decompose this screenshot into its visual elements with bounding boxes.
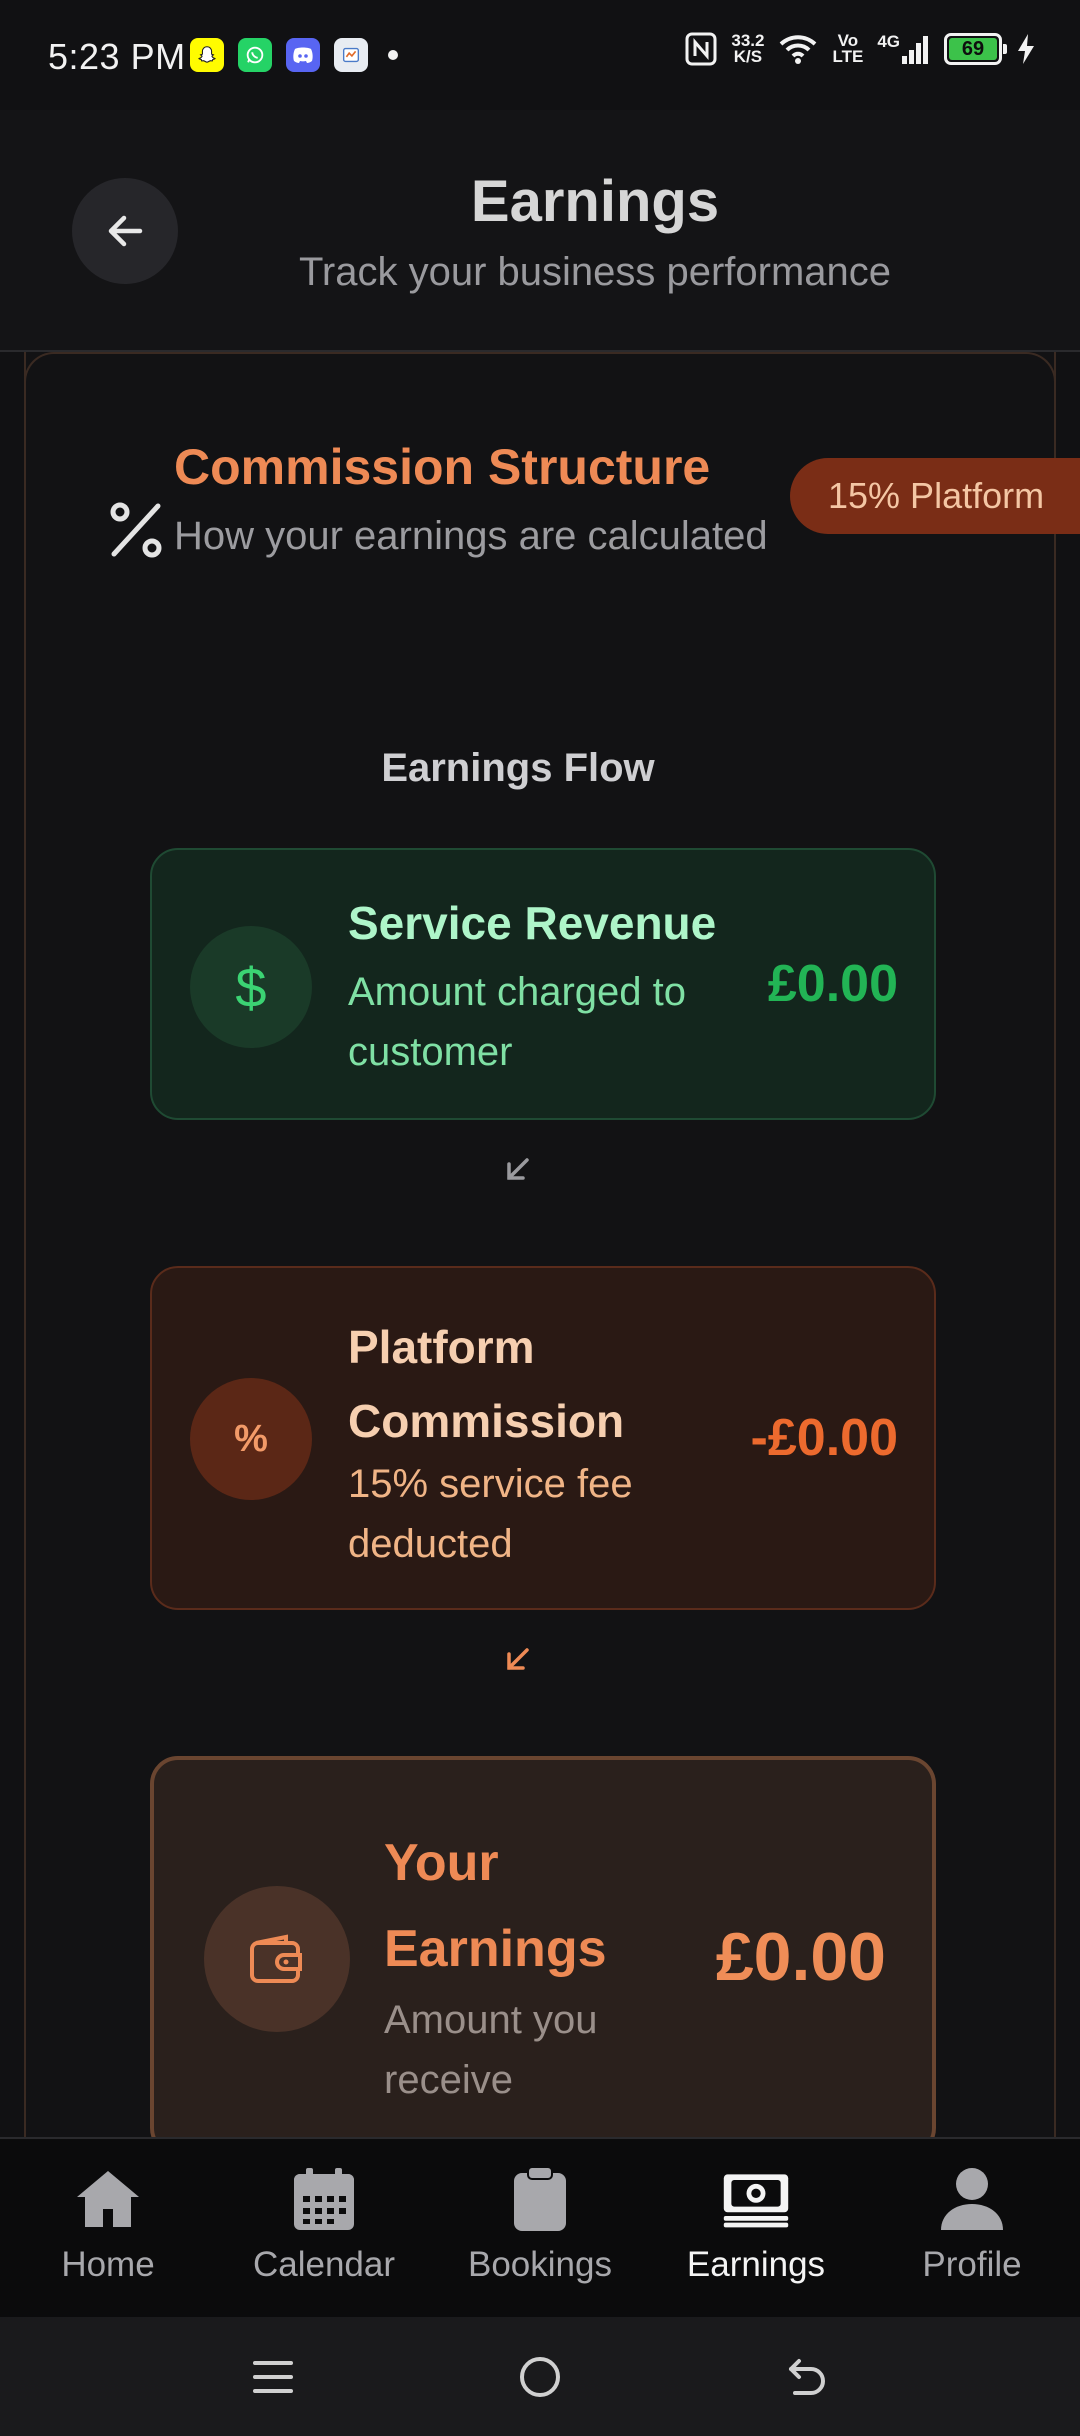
back-arrow-icon xyxy=(788,2358,825,2395)
your-earnings-title: Your Earnings xyxy=(384,1834,607,1978)
commission-structure-subtitle: How your earnings are calculated xyxy=(174,514,768,558)
percent-small-icon: % xyxy=(190,1378,312,1500)
flow-arrow-1 xyxy=(26,1152,1054,1191)
app-notification-icon xyxy=(334,38,368,72)
nav-item-profile[interactable]: Profile xyxy=(864,2139,1080,2317)
notification-icons xyxy=(190,38,398,72)
service-revenue-desc: Amount charged to customer xyxy=(348,970,686,1074)
volte-bottom: LTE xyxy=(832,47,864,66)
your-earnings-card: Your Earnings Amount you receive £0.00 xyxy=(150,1756,936,2137)
nav-label-bookings: Bookings xyxy=(468,2245,612,2284)
arrow-down-left-icon xyxy=(507,1648,529,1670)
platform-commission-card: % Platform Commission 15% service fee de… xyxy=(150,1266,936,1610)
commission-structure-title: Commission Structure xyxy=(174,439,711,495)
money-icon xyxy=(720,2163,792,2235)
battery-level: 69 xyxy=(949,38,997,60)
nav-label-profile: Profile xyxy=(922,2245,1022,2284)
recents-button[interactable] xyxy=(233,2337,313,2417)
discord-icon xyxy=(286,38,320,72)
wallet-icon xyxy=(204,1886,350,2032)
your-earnings-desc: Amount you receive xyxy=(384,1998,598,2102)
whatsapp-icon xyxy=(238,38,272,72)
network-speed-unit: K/S xyxy=(733,47,763,66)
system-nav-bar xyxy=(0,2317,1080,2436)
status-bar: 5:23 PM 33.2 K/S Vo LTE 4G 69 xyxy=(0,0,1080,110)
platform-commission-amount: -£0.00 xyxy=(750,1409,898,1467)
page-subtitle: Track your business performance xyxy=(298,250,892,294)
status-time: 5:23 PM xyxy=(48,36,186,77)
network-type: 4G xyxy=(877,32,900,51)
user-icon xyxy=(936,2163,1008,2235)
back-system-button[interactable] xyxy=(767,2337,847,2417)
circle-icon xyxy=(519,2356,560,2397)
home-icon xyxy=(72,2163,144,2235)
nav-label-home: Home xyxy=(61,2245,155,2284)
earnings-flow-title: Earnings Flow xyxy=(381,746,655,790)
platform-commission-desc: 15% service fee deducted xyxy=(348,1462,633,1566)
calendar-icon xyxy=(288,2163,360,2235)
flow-arrow-2 xyxy=(26,1642,1054,1681)
network-speed: 33.2 K/S xyxy=(731,32,764,66)
snapchat-icon xyxy=(190,38,224,72)
cellular-signal: 4G xyxy=(877,32,930,64)
nav-label-calendar: Calendar xyxy=(252,2245,396,2284)
nav-item-home[interactable]: Home xyxy=(0,2139,216,2317)
your-earnings-amount: £0.00 xyxy=(715,1919,886,1995)
nav-item-bookings[interactable]: Bookings xyxy=(432,2139,648,2317)
service-revenue-title: Service Revenue xyxy=(348,897,717,949)
commission-structure-card: Commission Structure How your earnings a… xyxy=(24,352,1056,2137)
service-revenue-card: $ Service Revenue Amount charged to cust… xyxy=(150,848,936,1120)
platform-fee-badge: 15% Platform xyxy=(790,458,1080,534)
status-indicators: 33.2 K/S Vo LTE 4G 69 xyxy=(685,32,1036,66)
service-revenue-amount: £0.00 xyxy=(767,955,898,1013)
arrow-down-left-icon xyxy=(507,1158,529,1180)
bottom-nav: Home Calendar Bookings Earnings Profile xyxy=(0,2137,1080,2317)
platform-commission-title: Platform Commission xyxy=(348,1321,625,1447)
nav-item-earnings[interactable]: Earnings xyxy=(648,2139,864,2317)
volte-indicator: Vo LTE xyxy=(832,32,864,66)
nav-label-earnings: Earnings xyxy=(686,2245,826,2284)
page-header: Earnings Track your business performance xyxy=(0,110,1080,352)
percent-icon xyxy=(110,502,162,558)
nav-item-calendar[interactable]: Calendar xyxy=(216,2139,432,2317)
battery-icon: 69 xyxy=(944,33,1007,65)
dollar-icon: $ xyxy=(190,926,312,1048)
nfc-icon xyxy=(685,32,717,66)
page-title: Earnings xyxy=(470,169,720,234)
clipboard-icon xyxy=(504,2163,576,2235)
main-content[interactable]: Commission Structure How your earnings a… xyxy=(0,352,1080,2137)
charging-icon xyxy=(1018,34,1034,64)
menu-icon xyxy=(253,2360,294,2393)
more-notifications-dot xyxy=(388,50,398,60)
wifi-icon xyxy=(780,35,817,64)
signal-bars-icon xyxy=(902,36,928,64)
home-button[interactable] xyxy=(500,2337,580,2417)
